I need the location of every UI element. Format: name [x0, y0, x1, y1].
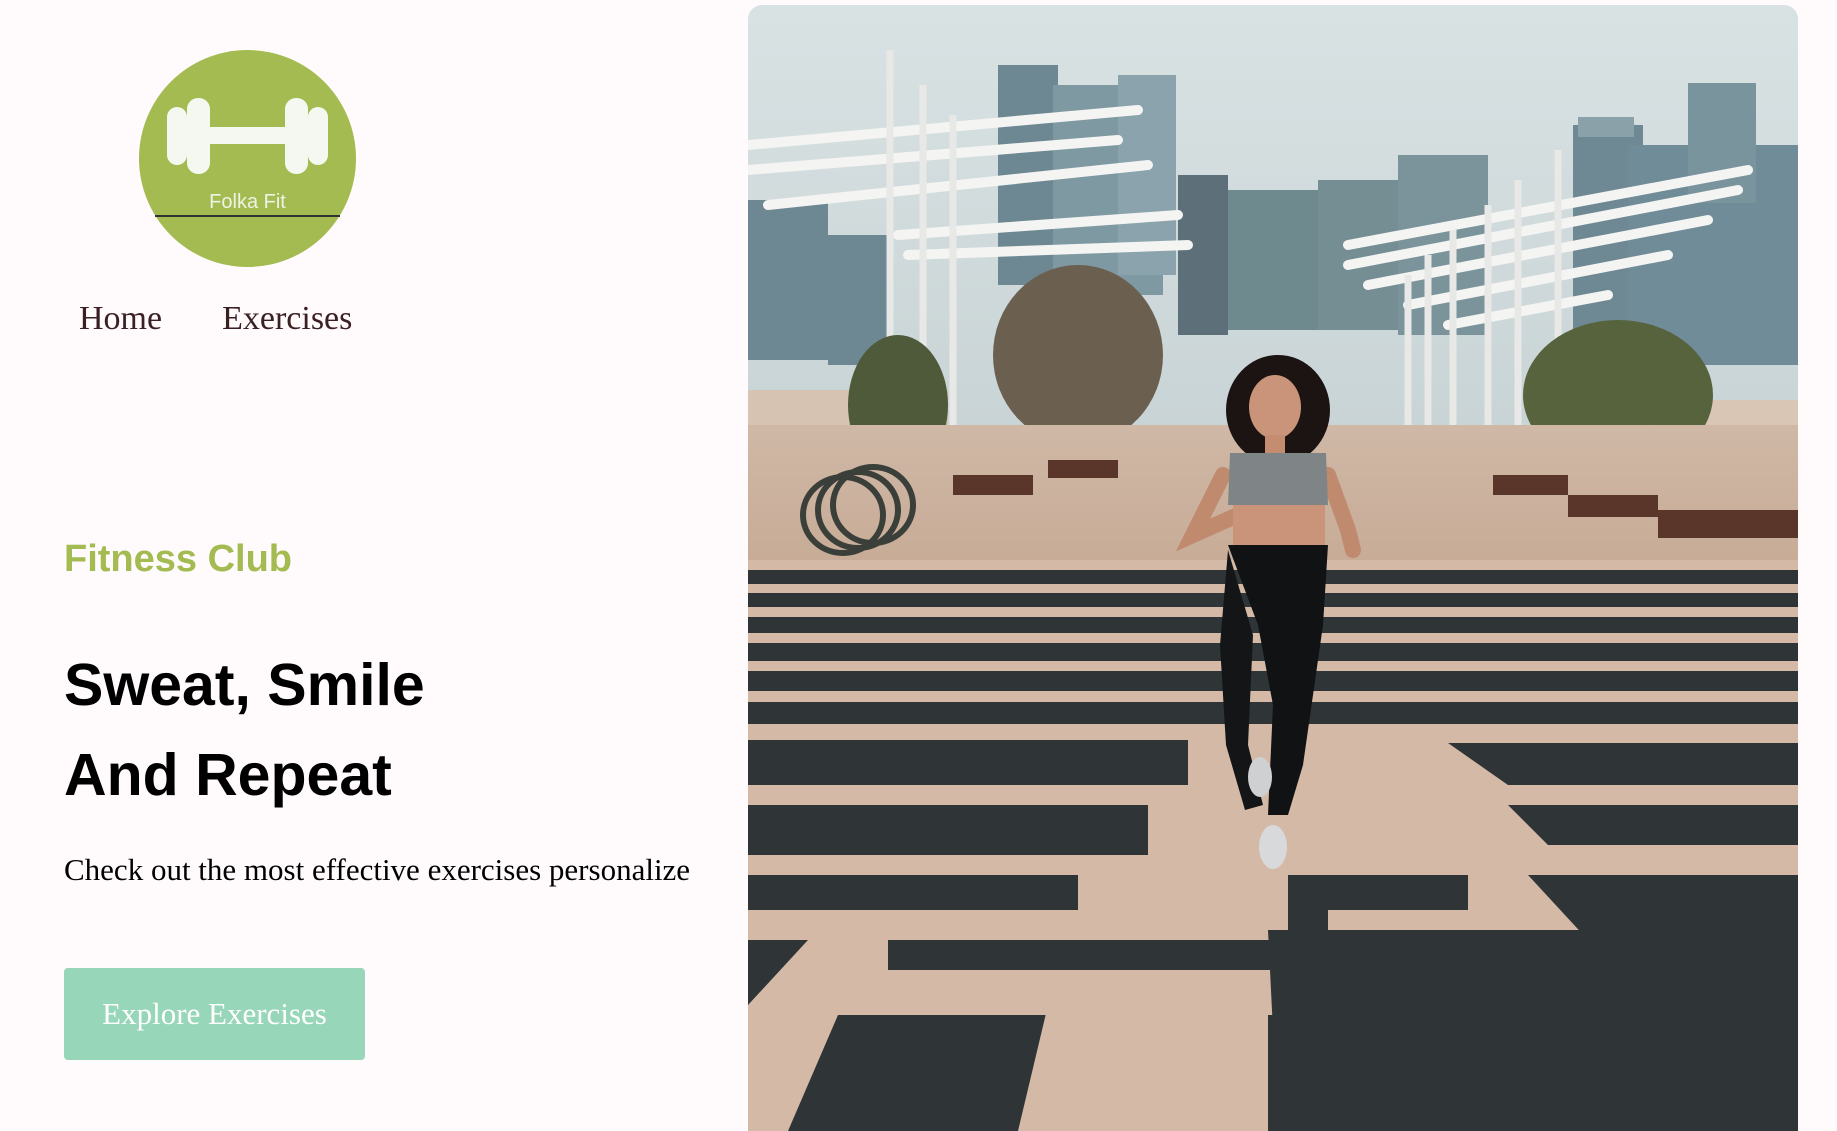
- main-nav: Home Exercises: [79, 300, 352, 338]
- nav-home-link[interactable]: Home: [79, 300, 162, 338]
- hero-headline-line1: Sweat, Smile: [64, 652, 425, 718]
- hero-eyebrow: Fitness Club: [64, 538, 293, 580]
- nav-exercises-link[interactable]: Exercises: [222, 300, 352, 338]
- hero-image: [748, 5, 1798, 1131]
- runner-photo: [748, 5, 1798, 1131]
- hero-headline-line2: And Repeat: [64, 742, 392, 808]
- dumbbell-icon: Folka Fit: [139, 50, 356, 267]
- explore-exercises-button[interactable]: Explore Exercises: [64, 968, 365, 1060]
- hero-subtext: Check out the most effective exercises p…: [64, 852, 691, 887]
- hero-headline: Sweat, Smile And Repeat: [64, 640, 425, 820]
- brand-name: Folka Fit: [209, 191, 286, 213]
- page: Folka Fit Home Exercises Fitness Club Sw…: [0, 0, 1837, 1131]
- brand-logo[interactable]: Folka Fit: [139, 50, 356, 267]
